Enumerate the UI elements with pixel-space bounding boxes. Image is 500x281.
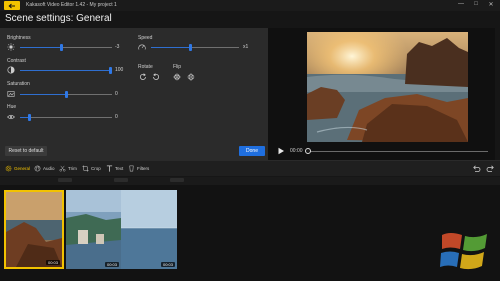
- text-icon: [106, 165, 113, 172]
- tab-crop[interactable]: Crop: [82, 165, 101, 172]
- tab-label: Trim: [68, 166, 77, 171]
- slider-knob[interactable]: [27, 114, 31, 121]
- tab-label: Audio: [43, 166, 55, 171]
- done-button[interactable]: Done: [239, 146, 265, 156]
- brightness-slider[interactable]: [20, 44, 112, 51]
- flip-label: Flip: [173, 64, 182, 70]
- page-title: Scene settings: General: [5, 13, 112, 24]
- settings-panel: Brightness -3 Contrast 100 Saturation 0 …: [0, 28, 268, 160]
- close-button[interactable]: ✕: [486, 1, 496, 8]
- slider-knob[interactable]: [64, 91, 68, 98]
- slider-fill: [20, 47, 62, 48]
- app-window: Kakasoft Video Editor 1.42 - My project …: [0, 0, 500, 281]
- tab-label: Crop: [91, 166, 101, 171]
- rotate-label: Rotate: [138, 64, 153, 70]
- back-button[interactable]: [4, 1, 20, 10]
- tab-audio[interactable]: Audio: [34, 165, 55, 172]
- maximize-button[interactable]: □: [471, 1, 481, 7]
- flip-horizontal-button[interactable]: [172, 72, 181, 81]
- speed-label: Speed: [138, 35, 153, 41]
- clip-thumbnail: [121, 190, 177, 269]
- preview-image: [307, 32, 468, 142]
- contrast-label: Contrast: [7, 58, 26, 64]
- slider-fill: [20, 70, 112, 71]
- slider-knob[interactable]: [109, 67, 112, 74]
- clip-duration: 00:03: [104, 262, 119, 267]
- slider-knob[interactable]: [59, 44, 63, 51]
- slider-fill: [20, 94, 66, 95]
- ruler-tick: [114, 178, 128, 182]
- rotate-left-button[interactable]: [151, 72, 160, 81]
- contrast-icon: [7, 66, 15, 74]
- clip-duration: 00:03: [45, 260, 60, 265]
- ruler-tick: [170, 178, 184, 182]
- windows-logo: [440, 233, 487, 270]
- clip-duration: 00:03: [160, 262, 175, 267]
- timeline-clip[interactable]: 00:03: [121, 190, 177, 269]
- speed-value: x1: [243, 44, 249, 50]
- tab-trim[interactable]: Trim: [59, 165, 77, 172]
- clip-thumbnail: [6, 192, 62, 267]
- video-preview: 00:00: [268, 28, 495, 160]
- minimize-button[interactable]: —: [456, 1, 466, 7]
- rotate-left-icon: [152, 72, 159, 80]
- clip-thumbnail: [66, 190, 121, 269]
- contrast-slider[interactable]: [20, 67, 112, 74]
- timeline-clip[interactable]: 00:03: [4, 190, 64, 269]
- tab-label: Text: [115, 166, 124, 171]
- current-time: 00:00: [290, 148, 303, 154]
- rotate-right-button[interactable]: [138, 72, 147, 81]
- audio-icon: [34, 165, 41, 172]
- ruler-tick: [58, 178, 72, 182]
- timeline-clip[interactable]: 00:03: [66, 190, 121, 269]
- speed-icon: [138, 44, 146, 50]
- timeline-ruler: [0, 177, 500, 185]
- brightness-value: -3: [115, 44, 120, 50]
- saturation-icon: [7, 91, 15, 97]
- edit-toolbar: General Audio Trim Crop Text Filters: [0, 160, 500, 176]
- flip-vertical-icon: [187, 72, 194, 81]
- crop-icon: [82, 165, 89, 172]
- brightness-icon: [7, 43, 15, 51]
- flip-vertical-button[interactable]: [186, 72, 195, 81]
- saturation-slider[interactable]: [20, 91, 112, 98]
- play-button[interactable]: [277, 147, 285, 155]
- tab-label: Filters: [137, 166, 150, 171]
- rotate-right-icon: [139, 72, 146, 80]
- tab-filters[interactable]: Filters: [128, 165, 149, 172]
- saturation-label: Saturation: [7, 81, 30, 87]
- speed-slider[interactable]: [151, 44, 239, 51]
- undo-icon[interactable]: [472, 164, 481, 173]
- tab-general[interactable]: General: [5, 165, 30, 172]
- flip-horizontal-icon: [172, 73, 181, 80]
- scissors-icon: [59, 165, 66, 172]
- hue-icon: [7, 114, 15, 120]
- slider-knob[interactable]: [189, 44, 193, 51]
- contrast-value: 100: [115, 67, 124, 73]
- filters-icon: [129, 165, 134, 172]
- saturation-value: 0: [115, 91, 118, 97]
- app-title: Kakasoft Video Editor 1.42 - My project …: [26, 2, 117, 8]
- redo-icon[interactable]: [486, 164, 495, 173]
- title-bar: Kakasoft Video Editor 1.42 - My project …: [0, 0, 500, 11]
- hue-label: Hue: [7, 104, 17, 110]
- hue-slider[interactable]: [20, 114, 112, 121]
- tab-text[interactable]: Text: [106, 165, 123, 172]
- slider-fill: [151, 47, 191, 48]
- tab-label: General: [14, 166, 31, 171]
- seek-bar[interactable]: [306, 151, 488, 152]
- hue-value: 0: [115, 114, 118, 120]
- preview-frame: [307, 32, 468, 142]
- seek-handle[interactable]: [305, 148, 311, 154]
- brightness-label: Brightness: [7, 35, 31, 41]
- arrow-left-icon: [8, 3, 15, 8]
- gear-icon: [5, 165, 12, 172]
- reset-to-default-button[interactable]: Reset to default: [5, 146, 47, 156]
